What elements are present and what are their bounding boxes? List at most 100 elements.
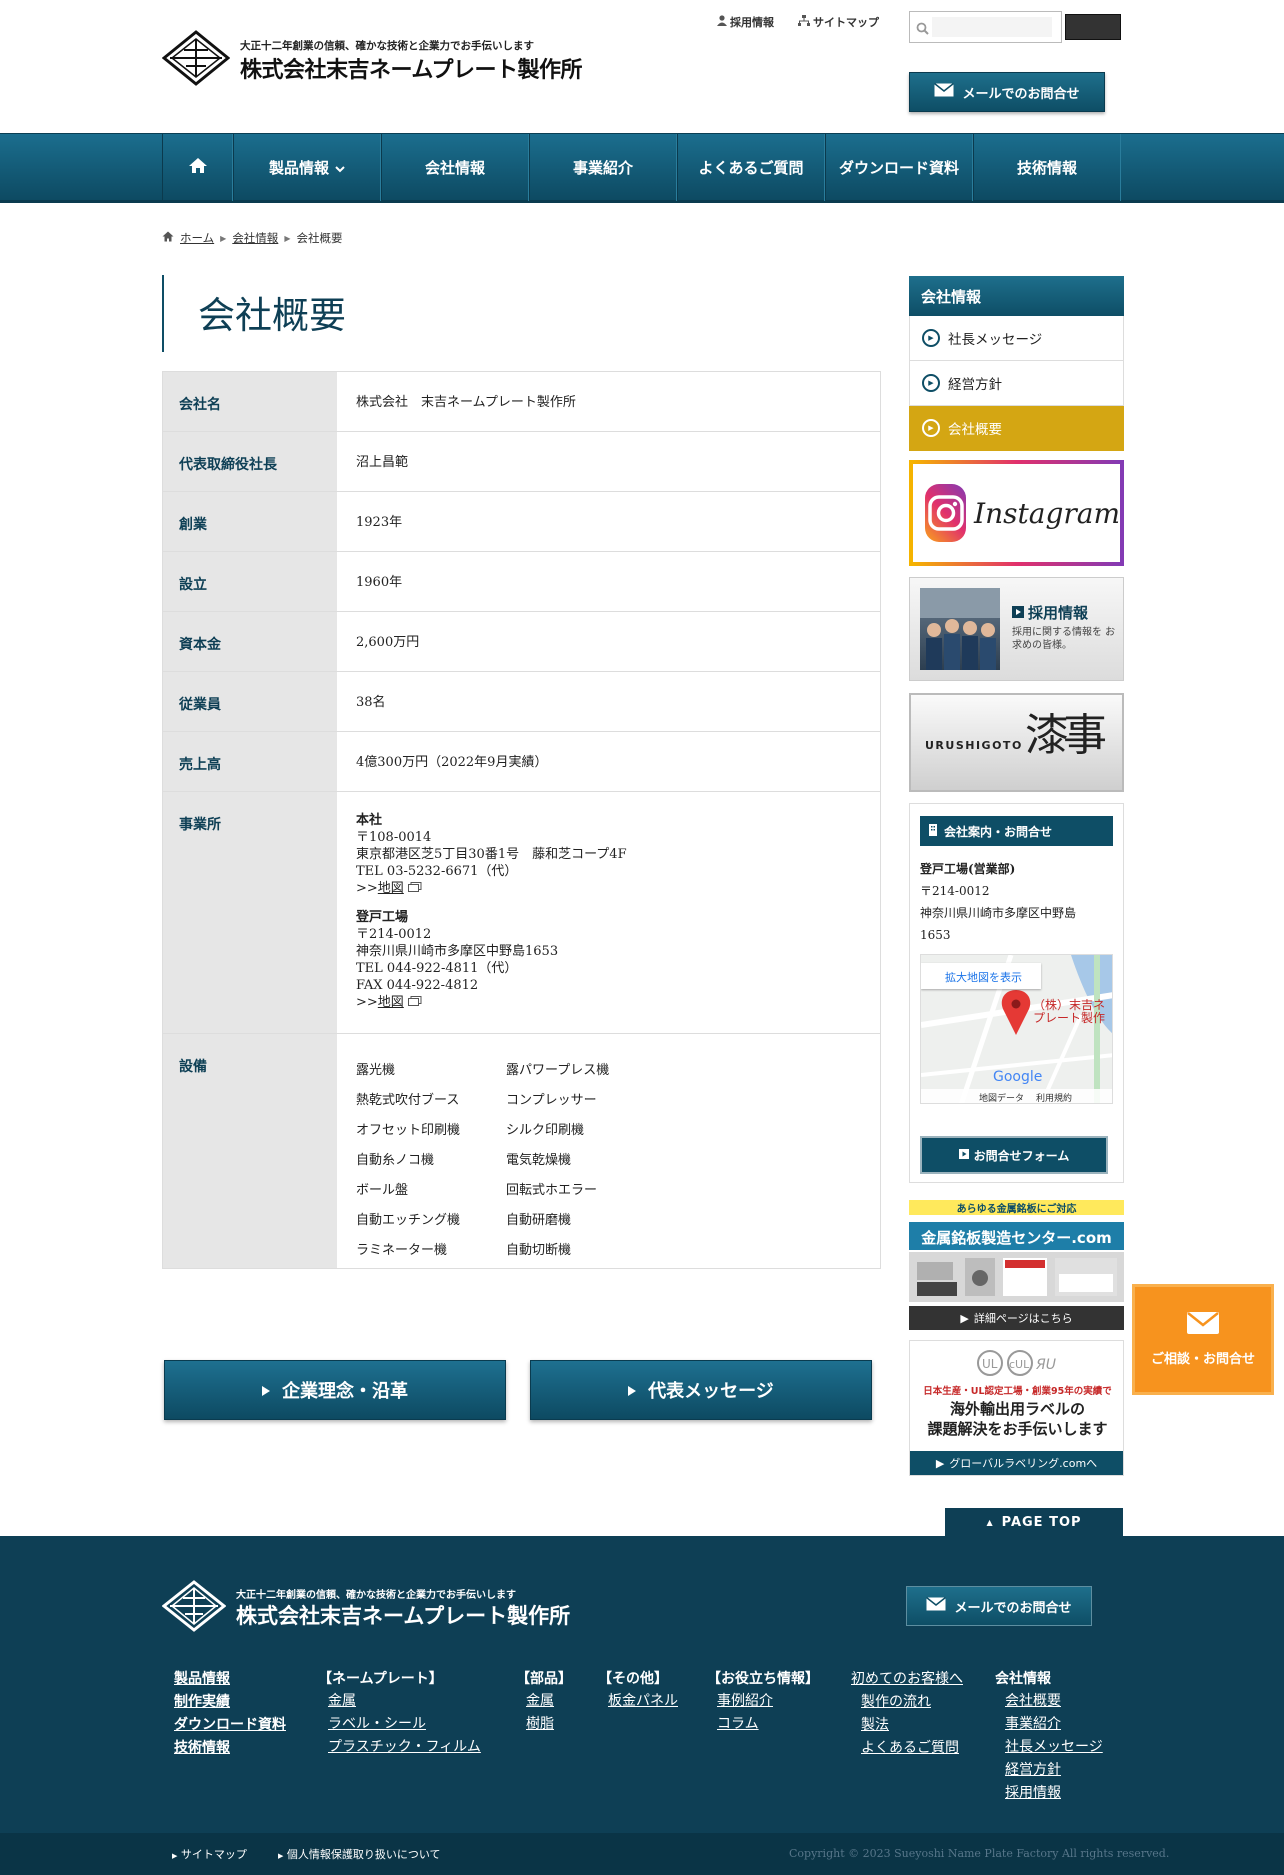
global-tag: 日本生産・UL認定工場・創業95年の実績で	[923, 1386, 1112, 1397]
recruit-banner[interactable]: 採用情報 採用に関する情報を お求めの皆様。	[909, 577, 1124, 681]
footer-logo-icon[interactable]	[161, 1580, 227, 1636]
sidebar-item-company-overview[interactable]: ▶ 会社概要	[909, 406, 1124, 451]
office-map-link[interactable]: 地図	[378, 995, 404, 1010]
nav-company[interactable]: 会社情報	[381, 134, 529, 201]
play-arrow-icon	[628, 1380, 637, 1401]
breadcrumb-company[interactable]: 会社情報	[232, 230, 278, 246]
footer-link[interactable]: 制作実績	[174, 1691, 286, 1714]
map-data-label[interactable]: 地図データ	[979, 1091, 1024, 1103]
util-link-sitemap[interactable]: サイトマップ	[798, 14, 879, 30]
footer-col-first-time: 初めてのお客様へ 製作の流れ 製法 よくあるご質問	[851, 1668, 963, 1760]
footer-link[interactable]: 事例紹介	[717, 1690, 819, 1713]
map-terms-label[interactable]: 利用規約	[1036, 1091, 1072, 1103]
row-value: 38名	[337, 672, 880, 731]
row-label: 創業	[163, 492, 337, 551]
footer-link[interactable]: 事業紹介	[1005, 1713, 1103, 1736]
footer-link[interactable]: 金属	[526, 1690, 572, 1713]
nav-downloads[interactable]: ダウンロード資料	[825, 134, 973, 201]
person-icon	[717, 15, 727, 29]
nav-business-label: 事業紹介	[572, 159, 633, 177]
breadcrumb-separator-icon: ▶	[284, 233, 291, 243]
map-prefix: >>	[356, 995, 378, 1010]
footer-privacy-link[interactable]: ▶ 個人情報保護取り扱いについて	[278, 1846, 441, 1862]
global-title-line: 課題解決をお手伝いします	[927, 1420, 1108, 1438]
footer-link[interactable]: 製品情報	[174, 1668, 286, 1691]
row-value: 1960年	[337, 552, 880, 611]
nav-home[interactable]	[162, 134, 233, 201]
sidebar-item-policy[interactable]: ▶ 経営方針	[909, 361, 1124, 406]
office-line: FAX 044-922-4812	[356, 978, 479, 993]
search-button[interactable]	[1065, 14, 1121, 40]
office-map-link[interactable]: 地図	[378, 881, 404, 896]
footer-col-heading: 【部品】	[516, 1671, 572, 1687]
floating-contact-label: ご相談・お問合せ	[1150, 1352, 1255, 1367]
table-row: 売上高 4億300万円（2022年9月実績）	[163, 732, 880, 792]
footer-link[interactable]: よくあるご質問	[861, 1737, 963, 1760]
global-labeling-banner[interactable]: UL cUL ЯU 日本生産・UL認定工場・創業95年の実績で 海外輸出用ラベル…	[909, 1340, 1124, 1476]
global-link[interactable]: ▶ グローバルラベリング.comへ	[910, 1451, 1123, 1475]
embedded-map[interactable]: 拡大地図を表示 （株）末吉ネ プレート製作 Google 地図データ 利用規約	[920, 954, 1113, 1104]
breadcrumb-home[interactable]: ホーム	[180, 230, 214, 246]
nav-faq[interactable]: よくあるご質問	[677, 134, 825, 201]
footer-link[interactable]: 社長メッセージ	[1005, 1736, 1103, 1759]
map-enlarge-link[interactable]: 拡大地図を表示	[921, 963, 1041, 989]
contact-line: 1653	[920, 928, 951, 942]
equipment-item: ラミネーター機	[356, 1243, 448, 1258]
footer-link[interactable]: 板金パネル	[608, 1690, 678, 1713]
table-row: 設立 1960年	[163, 552, 880, 612]
footer-link[interactable]: 会社概要	[1005, 1690, 1103, 1713]
footer-link[interactable]: 金属	[328, 1690, 481, 1713]
footer-col-main: 製品情報 制作実績 ダウンロード資料 技術情報	[174, 1668, 286, 1760]
footer-link[interactable]: ダウンロード資料	[174, 1714, 286, 1737]
footer-col-heading-link[interactable]: 初めてのお客様へ	[851, 1668, 963, 1691]
sidebar-item-label: 会社概要	[948, 422, 1002, 438]
sidebar-item-ceo-message[interactable]: ▶ 社長メッセージ	[909, 316, 1124, 361]
footer-privacy-label: 個人情報保護取り扱いについて	[286, 1848, 441, 1861]
footer-link[interactable]: 樹脂	[526, 1713, 572, 1736]
company-logo-icon[interactable]	[161, 30, 231, 86]
row-value: 株式会社 末吉ネームプレート製作所	[337, 372, 880, 431]
ceo-message-button[interactable]: 代表メッセージ	[530, 1360, 872, 1420]
footer-mail-contact-button[interactable]: メールでのお問合せ	[906, 1586, 1092, 1626]
urushigoto-banner[interactable]: URUSHIGOTO 漆事	[909, 693, 1124, 792]
office-line: 〒108-0014	[356, 830, 432, 845]
search-input[interactable]	[909, 11, 1062, 43]
util-link-recruit[interactable]: 採用情報	[717, 14, 774, 30]
footer-link[interactable]: プラスチック・フィルム	[328, 1736, 481, 1759]
ul-marks: UL cUL ЯU	[976, 1349, 1060, 1377]
footer-link[interactable]: ラベル・シール	[328, 1713, 481, 1736]
row-label: 事業所	[163, 792, 337, 1033]
footer-link[interactable]: 技術情報	[174, 1737, 286, 1760]
contact-address: 登戸工場(営業部) 〒214-0012 神奈川県川崎市多摩区中野島 1653	[910, 846, 1123, 946]
sidebar-contact-box: 会社案内・お問合せ 登戸工場(営業部) 〒214-0012 神奈川県川崎市多摩区…	[909, 803, 1124, 1183]
footer-sitemap-link[interactable]: ▶ サイトマップ	[172, 1846, 247, 1862]
recruit-title: 採用情報	[1028, 604, 1089, 622]
instagram-banner[interactable]: Instagram	[909, 460, 1124, 566]
office-line: 〒214-0012	[356, 927, 432, 942]
contact-form-label: お問合せフォーム	[973, 1148, 1070, 1163]
staff-photo	[920, 588, 1000, 670]
footer-link[interactable]: 製作の流れ	[861, 1691, 963, 1714]
philosophy-history-button[interactable]: 企業理念・沿革	[164, 1360, 506, 1420]
metal-nameplate-banner[interactable]: あらゆる金属銘板にご対応 金属銘板製造センター.com ▶ 詳細ページはこちら	[909, 1192, 1124, 1330]
nav-downloads-label: ダウンロード資料	[838, 159, 959, 177]
nav-company-label: 会社情報	[424, 159, 485, 177]
page-title: 会社概要	[198, 294, 346, 337]
footer-link[interactable]: 製法	[861, 1714, 963, 1737]
search-field-inner[interactable]	[932, 17, 1052, 37]
contact-form-button[interactable]: お問合せフォーム	[920, 1136, 1108, 1174]
header-mail-contact-button[interactable]: メールでのお問合せ	[909, 72, 1105, 112]
page-top-label: PAGE TOP	[1001, 1514, 1082, 1530]
footer-link[interactable]: コラム	[717, 1713, 819, 1736]
metal-link[interactable]: ▶ 詳細ページはこちら	[909, 1306, 1124, 1330]
footer-link[interactable]: 採用情報	[1005, 1782, 1103, 1805]
page-top-button[interactable]: ▲ PAGE TOP	[945, 1508, 1123, 1536]
footer-link[interactable]: 経営方針	[1005, 1759, 1103, 1782]
floating-contact-button[interactable]: ご相談・お問合せ	[1132, 1284, 1274, 1395]
nav-products[interactable]: 製品情報	[233, 134, 381, 201]
external-link-icon	[407, 995, 422, 1010]
header-company-name[interactable]: 株式会社末吉ネームプレート製作所	[240, 52, 583, 84]
nav-tech-info[interactable]: 技術情報	[973, 134, 1121, 201]
nav-business[interactable]: 事業紹介	[529, 134, 677, 201]
equipment-item: 露光機	[356, 1063, 396, 1078]
